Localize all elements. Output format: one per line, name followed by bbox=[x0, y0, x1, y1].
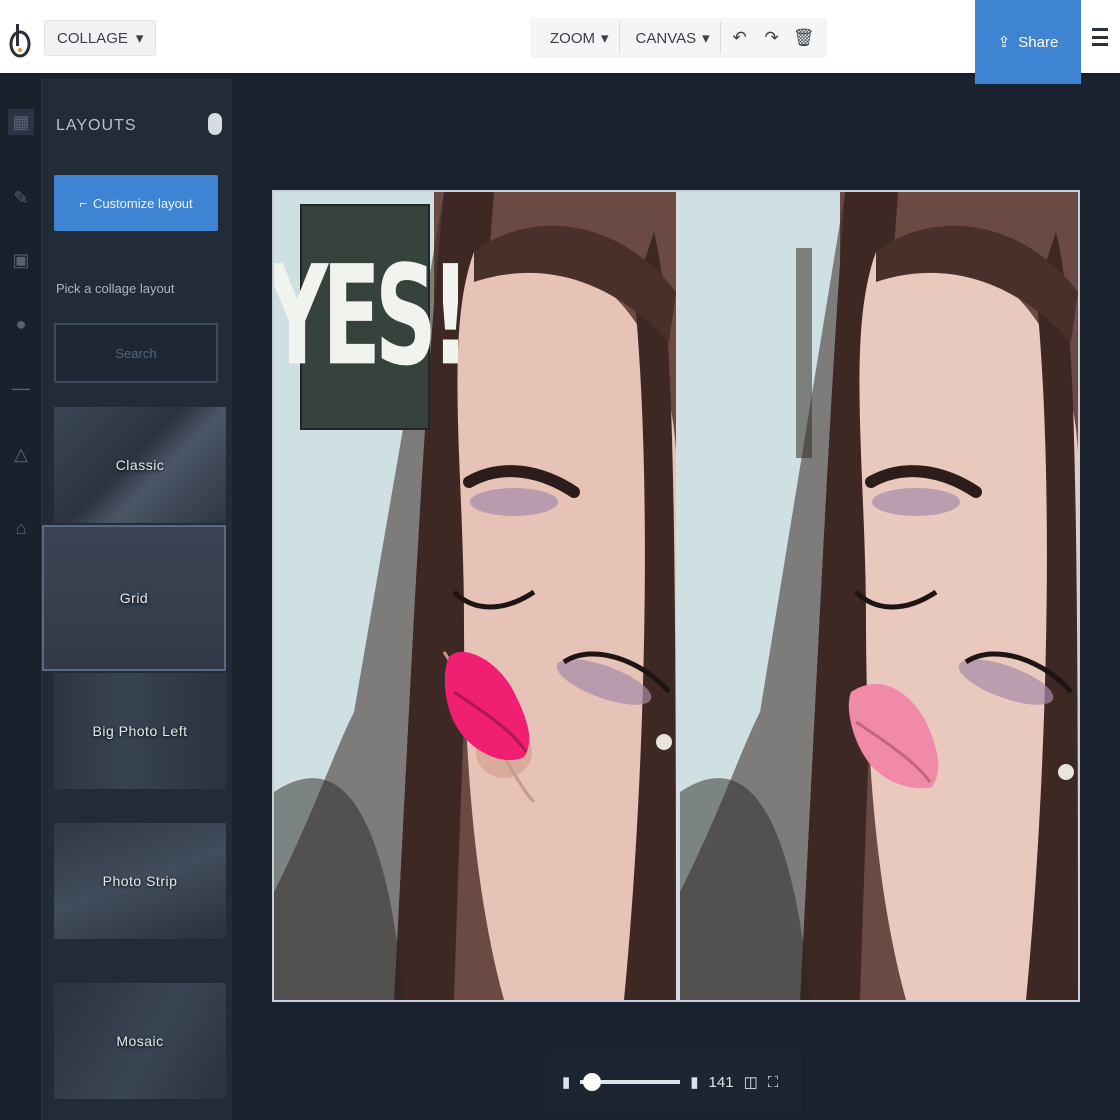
layout-tile-label: Mosaic bbox=[116, 1033, 164, 1049]
collage-canvas[interactable]: YES! bbox=[272, 190, 1080, 1002]
portrait-photo-right bbox=[680, 192, 1078, 1000]
brush-icon[interactable]: ✎ bbox=[8, 185, 34, 211]
layout-search-input[interactable]: Search bbox=[54, 323, 218, 383]
layout-tile-label: Big Photo Left bbox=[92, 723, 188, 739]
canvas-dropdown-label: CANVAS bbox=[635, 29, 697, 47]
collage-photo-right[interactable] bbox=[680, 192, 1078, 1000]
customize-layout-button[interactable]: ⌐ Customize layout bbox=[54, 175, 218, 231]
collage-photo-left[interactable]: YES! bbox=[274, 192, 676, 1000]
zoom-out-icon[interactable]: ▮ bbox=[562, 1073, 570, 1091]
layout-tile-3[interactable]: Big Photo Left bbox=[54, 673, 226, 789]
layout-tile-2-selected[interactable]: Grid bbox=[42, 525, 226, 671]
text-icon[interactable]: — bbox=[8, 375, 34, 401]
layout-hint: Pick a collage layout bbox=[56, 281, 175, 296]
panel-title: LAYOUTS bbox=[56, 117, 137, 134]
layouts-panel: LAYOUTS ⌐ Customize layout Pick a collag… bbox=[42, 79, 232, 1120]
zoom-slider-thumb[interactable] bbox=[583, 1073, 602, 1091]
top-toolbar: COLLAGE ▾ ZOOM ▾ CANVAS ▾ ↶ ↷ 🗑 ⇪ Share bbox=[0, 0, 1120, 84]
customize-layout-label: Customize layout bbox=[92, 195, 193, 211]
layout-tile-label: Photo Strip bbox=[102, 873, 178, 889]
fit-icon[interactable]: ◫ bbox=[744, 1073, 758, 1091]
zoom-in-icon[interactable]: ▮ bbox=[690, 1073, 698, 1091]
hamburger-menu-icon[interactable] bbox=[1092, 28, 1108, 46]
app-logo[interactable] bbox=[8, 22, 32, 58]
yes-sign-text: YES! bbox=[274, 237, 470, 397]
share-button[interactable]: ⇪ Share bbox=[975, 0, 1081, 84]
lock-icon[interactable]: ⌂ bbox=[8, 515, 34, 541]
frame-icon[interactable]: ▣ bbox=[8, 247, 34, 273]
fullscreen-icon[interactable]: ⛶ bbox=[768, 1074, 779, 1091]
layout-tile-4[interactable]: Photo Strip bbox=[54, 823, 226, 939]
project-menu-button[interactable]: COLLAGE ▾ bbox=[44, 20, 157, 56]
share-icon: ⇪ bbox=[997, 34, 1011, 51]
panel-toggle-icon[interactable] bbox=[208, 113, 222, 135]
sticker-icon[interactable]: ● bbox=[8, 311, 34, 337]
layout-icon[interactable]: ▦ bbox=[8, 109, 34, 135]
delete-icon[interactable]: 🗑 bbox=[791, 22, 817, 54]
zoom-dropdown[interactable]: ZOOM ▾ bbox=[540, 22, 620, 54]
adjust-icon[interactable]: △ bbox=[8, 441, 34, 467]
tool-rail: ▦ ✎ ▣ ● — △ ⌂ bbox=[0, 79, 42, 1120]
customize-icon: ⌐ bbox=[79, 195, 87, 211]
redo-icon[interactable]: ↷ bbox=[759, 22, 785, 54]
layout-tile-5[interactable]: Mosaic bbox=[54, 983, 226, 1099]
share-label: Share bbox=[1018, 33, 1059, 51]
center-tools: ZOOM ▾ CANVAS ▾ ↶ ↷ 🗑 bbox=[530, 18, 827, 58]
undo-icon[interactable]: ↶ bbox=[727, 22, 753, 54]
yes-sign: YES! bbox=[274, 204, 470, 430]
project-label: COLLAGE bbox=[57, 29, 128, 47]
zoom-value: 141 bbox=[708, 1073, 734, 1091]
chevron-down-icon: ▾ bbox=[601, 30, 609, 47]
layout-tile-label: Grid bbox=[119, 590, 149, 606]
canvas-dropdown[interactable]: CANVAS ▾ bbox=[626, 22, 721, 54]
layout-tile-1[interactable]: Classic bbox=[54, 407, 226, 523]
zoom-controls: ▮ ▮ 141 ◫ ⛶ bbox=[548, 1052, 802, 1112]
layout-tile-label: Classic bbox=[115, 457, 165, 473]
zoom-slider[interactable] bbox=[580, 1073, 681, 1091]
chevron-down-icon: ▾ bbox=[702, 30, 710, 47]
chevron-down-icon: ▾ bbox=[135, 30, 144, 47]
zoom-dropdown-label: ZOOM bbox=[550, 29, 595, 47]
